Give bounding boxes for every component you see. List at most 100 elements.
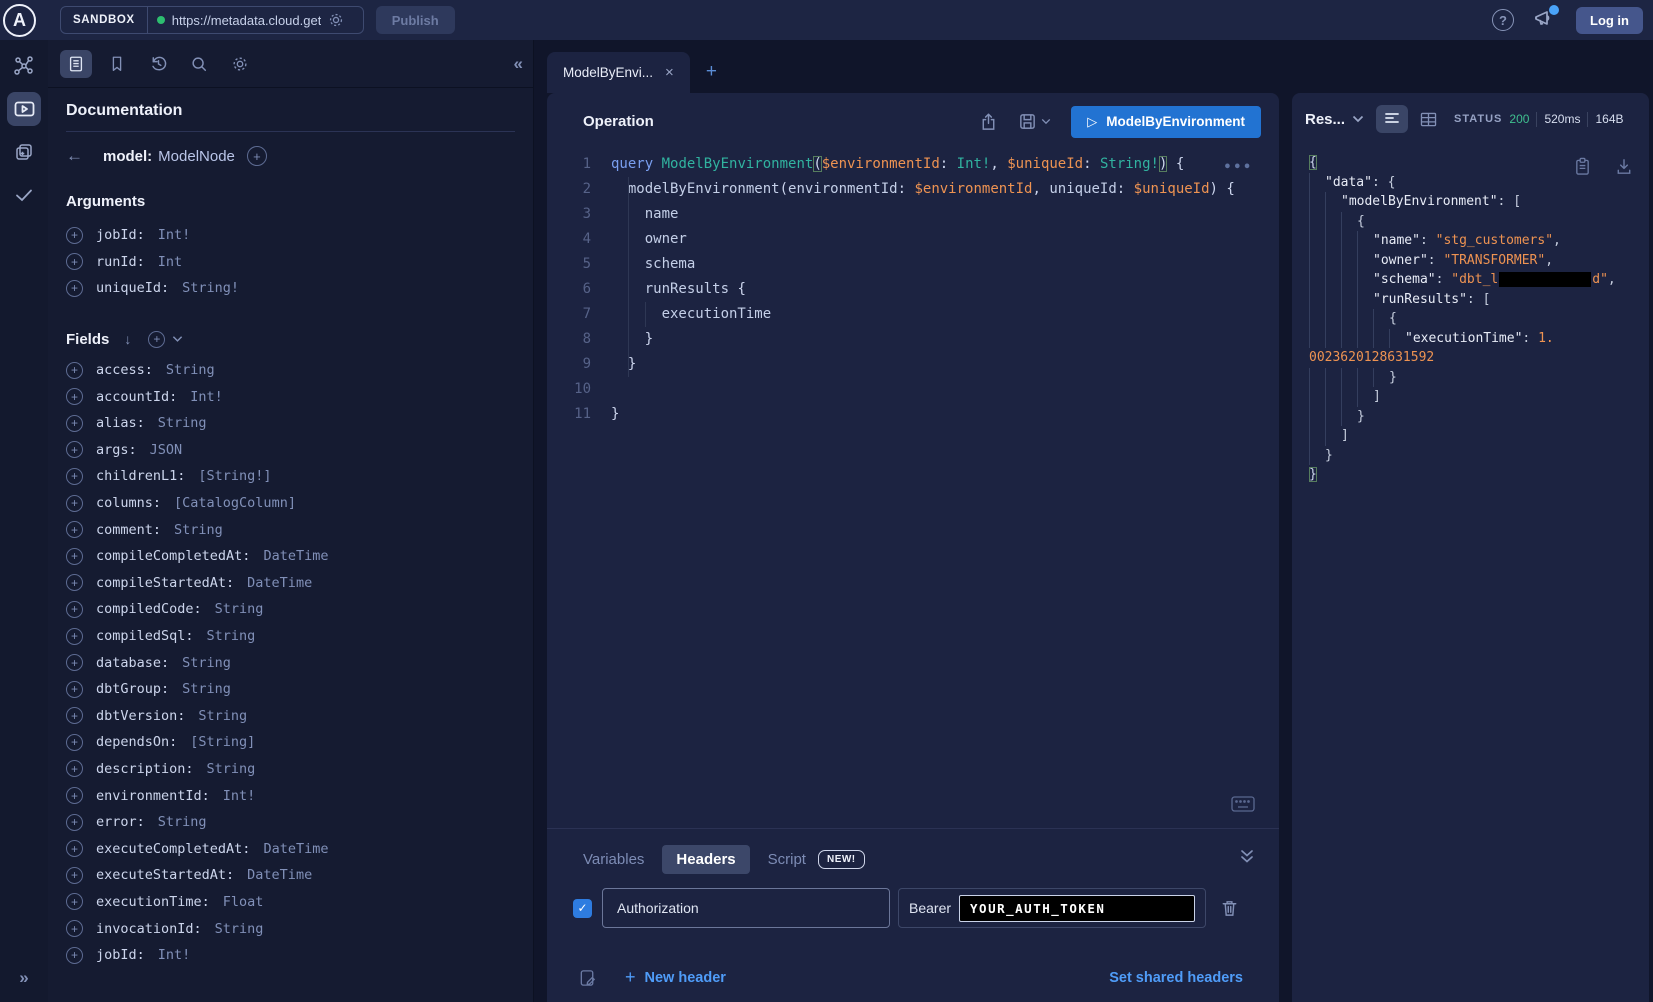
argument-type[interactable]: Int! <box>158 227 191 243</box>
add-to-query-icon[interactable]: + <box>66 734 83 751</box>
field-item[interactable]: +jobId:Int! <box>66 942 515 969</box>
field-type[interactable]: String <box>198 708 247 724</box>
field-name[interactable]: database: <box>96 655 169 671</box>
add-to-query-icon[interactable]: + <box>66 760 83 777</box>
field-name[interactable]: dbtVersion: <box>96 708 185 724</box>
field-name[interactable]: childrenL1: <box>96 468 185 484</box>
code-line[interactable]: name <box>611 202 1271 227</box>
add-to-query-icon[interactable]: + <box>66 787 83 804</box>
save-operation-group[interactable] <box>1018 112 1051 131</box>
save-chevron-icon[interactable] <box>1041 118 1051 125</box>
set-shared-headers-link[interactable]: Set shared headers <box>1109 970 1243 986</box>
back-arrow-icon[interactable]: ← <box>66 146 83 166</box>
field-item[interactable]: +compileCompletedAt:DateTime <box>66 543 515 570</box>
sidebar-item-checks[interactable] <box>7 178 41 212</box>
code-line[interactable]: } <box>611 402 1271 427</box>
sidebar-item-sandbox-collections[interactable] <box>7 135 41 169</box>
field-item[interactable]: +access:String <box>66 357 515 384</box>
field-item[interactable]: +accountId:Int! <box>66 383 515 410</box>
argument-type[interactable]: Int <box>158 254 182 270</box>
download-response-icon[interactable] <box>1615 157 1633 176</box>
field-type[interactable]: String <box>215 601 264 617</box>
argument-item[interactable]: +jobId:Int! <box>66 222 515 249</box>
code-line[interactable]: executionTime <box>611 302 1271 327</box>
collapse-panel-icon[interactable] <box>1239 849 1255 864</box>
field-item[interactable]: +comment:String <box>66 516 515 543</box>
field-type[interactable]: DateTime <box>247 867 312 883</box>
add-to-query-icon[interactable]: + <box>66 415 83 432</box>
argument-name[interactable]: uniqueId: <box>96 280 169 296</box>
field-item[interactable]: +dbtGroup:String <box>66 676 515 703</box>
header-key-input[interactable] <box>602 888 890 928</box>
field-item[interactable]: + dbtVersion: String <box>66 703 515 730</box>
header-enabled-checkbox[interactable]: ✓ <box>573 899 592 918</box>
field-name[interactable]: compiledSql: <box>96 628 194 644</box>
code-line[interactable]: modelByEnvironment(environmentId: $envir… <box>611 177 1271 202</box>
field-item[interactable]: + dependsOn: [String] <box>66 729 515 756</box>
add-to-query-icon[interactable]: + <box>66 521 83 538</box>
field-name[interactable]: dbtGroup: <box>96 681 169 697</box>
add-to-query-icon[interactable]: + <box>66 227 83 244</box>
keyboard-shortcuts-icon[interactable] <box>1231 796 1255 812</box>
breadcrumb-type-link[interactable]: ModelNode <box>158 148 235 165</box>
field-name[interactable]: executeCompletedAt: <box>96 841 250 857</box>
code-line[interactable]: query ModelByEnvironment($environmentId:… <box>611 152 1271 177</box>
field-item[interactable]: +invocationId:String <box>66 915 515 942</box>
field-name[interactable]: error: <box>96 814 145 830</box>
field-item[interactable]: + database: String <box>66 649 515 676</box>
field-type[interactable]: Int! <box>223 788 256 804</box>
help-icon[interactable]: ? <box>1492 9 1514 31</box>
raw-view-toggle[interactable] <box>1376 105 1408 133</box>
add-to-query-icon[interactable]: + <box>66 654 83 671</box>
add-to-query-icon[interactable]: + <box>66 574 83 591</box>
code-line[interactable]: } <box>611 352 1271 377</box>
expand-rail-icon[interactable]: » <box>19 968 28 988</box>
field-item[interactable]: +executionTime:Float <box>66 889 515 916</box>
operation-tab[interactable]: ModelByEnvi... × <box>547 52 690 93</box>
field-name[interactable]: columns: <box>96 495 161 511</box>
delete-header-icon[interactable] <box>1220 898 1239 918</box>
sidebar-item-explorer[interactable] <box>7 92 41 126</box>
code-line[interactable]: schema <box>611 252 1271 277</box>
chevron-down-icon[interactable] <box>172 335 183 343</box>
field-type[interactable]: String <box>182 681 231 697</box>
docs-tab-history[interactable] <box>142 50 174 78</box>
add-to-query-icon[interactable]: + <box>66 840 83 857</box>
add-to-query-icon[interactable]: + <box>66 280 83 297</box>
field-type[interactable]: String <box>215 921 264 937</box>
add-to-query-icon[interactable]: + <box>66 601 83 618</box>
field-name[interactable]: comment: <box>96 522 161 538</box>
field-name[interactable]: dependsOn: <box>96 734 177 750</box>
field-item[interactable]: +compiledSql:String <box>66 623 515 650</box>
query-editor[interactable]: 1234567891011 query ModelByEnvironment($… <box>547 150 1279 828</box>
docs-tab-bookmarks[interactable] <box>101 50 133 78</box>
run-operation-button[interactable]: ▷ ModelByEnvironment <box>1071 106 1261 138</box>
add-to-query-icon[interactable]: + <box>66 707 83 724</box>
save-floppy-icon[interactable] <box>1018 112 1037 131</box>
field-name[interactable]: compileCompletedAt: <box>96 548 250 564</box>
tab-variables[interactable]: Variables <box>583 851 644 868</box>
add-to-query-icon[interactable]: + <box>66 920 83 937</box>
header-value-field[interactable]: Bearer YOUR_AUTH_TOKEN <box>898 888 1206 928</box>
field-type[interactable]: String <box>182 655 231 671</box>
field-name[interactable]: description: <box>96 761 194 777</box>
field-type[interactable]: String <box>207 628 256 644</box>
endpoint-url[interactable]: https://metadata.cloud.get <box>172 13 322 28</box>
publish-button[interactable]: Publish <box>376 6 455 34</box>
field-item[interactable]: +args:JSON <box>66 437 515 464</box>
add-to-query-icon[interactable]: + <box>66 388 83 405</box>
collapse-docs-icon[interactable]: « <box>514 54 521 74</box>
field-type[interactable]: [String] <box>190 734 255 750</box>
field-type[interactable]: String <box>158 415 207 431</box>
add-to-query-icon[interactable]: + <box>66 947 83 964</box>
tab-headers[interactable]: Headers <box>662 845 749 874</box>
field-type[interactable]: [CatalogColumn] <box>174 495 296 511</box>
field-name[interactable]: alias: <box>96 415 145 431</box>
add-to-query-icon[interactable]: + <box>66 253 83 270</box>
field-item[interactable]: +childrenL1:[String!] <box>66 463 515 490</box>
field-name[interactable]: compileStartedAt: <box>96 575 234 591</box>
add-to-query-icon[interactable]: + <box>66 495 83 512</box>
add-to-query-icon[interactable]: + <box>66 441 83 458</box>
share-operation-icon[interactable] <box>979 112 998 132</box>
login-button[interactable]: Log in <box>1576 7 1643 34</box>
